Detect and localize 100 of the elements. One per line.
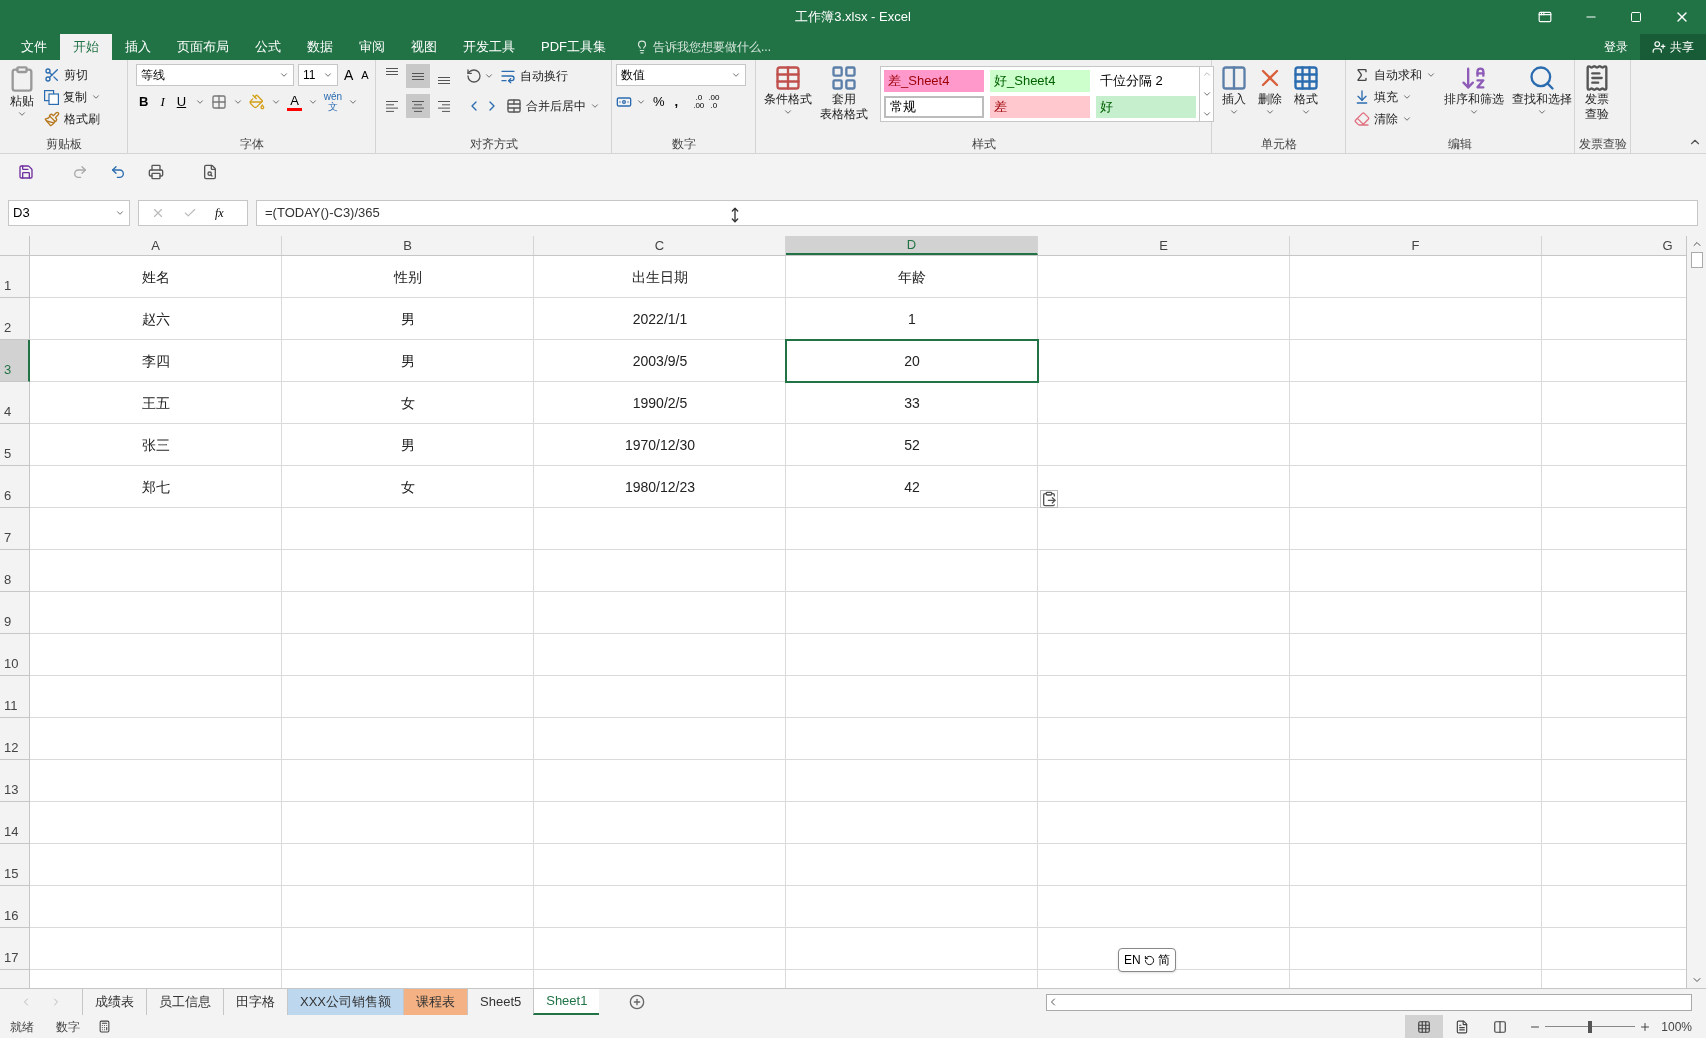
row-header[interactable]: 17 bbox=[0, 928, 30, 970]
sheet-tab[interactable]: XXX公司销售额 bbox=[287, 989, 403, 1015]
maximize-icon[interactable] bbox=[1630, 11, 1642, 23]
zoom-in-icon[interactable] bbox=[1639, 1020, 1652, 1033]
row-header[interactable]: 16 bbox=[0, 886, 30, 928]
share-button[interactable]: 共享 bbox=[1640, 34, 1706, 60]
menu-tab[interactable]: 视图 bbox=[398, 34, 450, 60]
save-icon[interactable] bbox=[18, 164, 34, 180]
ribbon-display-icon[interactable] bbox=[1538, 10, 1552, 24]
wrap-text-button[interactable]: 自动换行 bbox=[496, 65, 572, 87]
menu-tab[interactable]: 页面布局 bbox=[164, 34, 242, 60]
column-header[interactable]: A bbox=[30, 236, 282, 255]
increase-decimal-button[interactable]: .0 .00 bbox=[693, 93, 705, 110]
row-header[interactable]: 8 bbox=[0, 550, 30, 592]
column-header[interactable]: E bbox=[1038, 236, 1290, 255]
paste-button[interactable]: 粘贴 bbox=[4, 64, 40, 135]
font-color-button[interactable]: A bbox=[287, 93, 302, 111]
copy-button[interactable]: 复制 bbox=[40, 86, 105, 108]
undo-icon[interactable] bbox=[110, 164, 126, 180]
fill-button[interactable]: 填充 bbox=[1350, 86, 1440, 108]
orientation-icon[interactable] bbox=[466, 68, 482, 84]
insert-function-button[interactable]: fx bbox=[215, 204, 224, 222]
zoom-level[interactable]: 100% bbox=[1661, 1017, 1692, 1036]
number-format-field[interactable]: 数值 bbox=[616, 64, 746, 86]
column-header[interactable]: B bbox=[282, 236, 534, 255]
formula-field[interactable]: =(TODAY()-C3)/365 bbox=[256, 200, 1698, 226]
cell-style-item[interactable]: 差 bbox=[990, 96, 1090, 118]
phonetic-button[interactable]: wén 文 bbox=[323, 92, 343, 112]
clear-button[interactable]: 清除 bbox=[1350, 108, 1440, 130]
sheet-tab[interactable]: Sheet1 bbox=[533, 989, 600, 1015]
menu-tab[interactable]: 公式 bbox=[242, 34, 294, 60]
view-button[interactable] bbox=[1405, 1015, 1444, 1038]
tell-me-field[interactable]: 告诉我您想要做什么... bbox=[635, 34, 771, 60]
insert-cells-button[interactable]: 插入 bbox=[1216, 64, 1252, 135]
more-styles-icon[interactable] bbox=[1201, 109, 1212, 119]
row-header[interactable]: 9 bbox=[0, 592, 30, 634]
merge-center-button[interactable]: 合并后居中 bbox=[502, 95, 604, 117]
row-header[interactable]: 5 bbox=[0, 424, 30, 466]
sheet-tab[interactable]: 课程表 bbox=[403, 989, 467, 1015]
scroll-down-icon[interactable] bbox=[1201, 89, 1212, 99]
row-header[interactable]: 12 bbox=[0, 718, 30, 760]
font-name-field[interactable]: 等线 bbox=[136, 64, 294, 86]
row-header[interactable]: 13 bbox=[0, 760, 30, 802]
format-painter-button[interactable]: 格式刷 bbox=[40, 108, 105, 130]
row-header[interactable]: 2 bbox=[0, 298, 30, 340]
autosum-button[interactable]: 自动求和 bbox=[1350, 64, 1440, 86]
cell-style-item[interactable]: 好 bbox=[1096, 96, 1196, 118]
row-header[interactable]: 3 bbox=[0, 340, 30, 382]
delete-cells-button[interactable]: 删除 bbox=[1252, 64, 1288, 135]
find-select-button[interactable]: 查找和选择 bbox=[1508, 64, 1576, 135]
name-box[interactable]: D3 bbox=[8, 200, 130, 226]
paste-options-icon[interactable] bbox=[1040, 490, 1058, 508]
row-header[interactable]: 4 bbox=[0, 382, 30, 424]
menu-tab[interactable]: 数据 bbox=[294, 34, 346, 60]
invoice-check-button[interactable]: 发票 查验 bbox=[1579, 64, 1615, 135]
cell-style-item[interactable]: 好_Sheet4 bbox=[990, 70, 1090, 92]
add-sheet-icon[interactable] bbox=[629, 994, 646, 1010]
row-header[interactable]: 7 bbox=[0, 508, 30, 550]
column-header[interactable]: F bbox=[1290, 236, 1542, 255]
bold-button[interactable]: B bbox=[136, 92, 152, 112]
comma-button[interactable]: , bbox=[671, 92, 682, 112]
column-header[interactable]: D bbox=[786, 236, 1038, 255]
shrink-font-button[interactable]: A bbox=[359, 66, 371, 84]
menu-tab[interactable]: 开始 bbox=[60, 34, 112, 60]
conditional-format-button[interactable]: 条件格式 bbox=[760, 64, 816, 135]
menu-tab[interactable]: 审阅 bbox=[346, 34, 398, 60]
format-cells-button[interactable]: 格式 bbox=[1288, 64, 1324, 135]
horizontal-align-button[interactable] bbox=[406, 94, 430, 118]
sign-in-link[interactable]: 登录 bbox=[1592, 38, 1640, 56]
menu-tab[interactable]: 文件 bbox=[8, 34, 60, 60]
percent-button[interactable]: % bbox=[650, 92, 668, 112]
ime-indicator[interactable]: EN 简 bbox=[1118, 948, 1176, 972]
zoom-slider-thumb[interactable] bbox=[1588, 1020, 1593, 1033]
font-size-field[interactable]: 11 bbox=[298, 64, 338, 86]
menu-tab[interactable]: PDF工具集 bbox=[528, 34, 619, 60]
underline-button[interactable]: U bbox=[173, 92, 190, 112]
row-header[interactable]: 14 bbox=[0, 802, 30, 844]
vertical-align-button[interactable] bbox=[406, 64, 430, 88]
format-as-table-button[interactable]: 套用 表格格式 bbox=[816, 64, 872, 135]
decrease-decimal-button[interactable]: .00 .0 bbox=[708, 93, 720, 110]
border-icon[interactable] bbox=[211, 94, 228, 110]
vertical-scrollbar-thumb[interactable] bbox=[1690, 252, 1703, 268]
row-header[interactable]: 11 bbox=[0, 676, 30, 718]
row-header[interactable]: 6 bbox=[0, 466, 30, 508]
horizontal-scrollbar[interactable] bbox=[1046, 993, 1692, 1011]
sort-filter-button[interactable]: 排序和筛选 bbox=[1440, 64, 1508, 135]
cell-style-item[interactable]: 常规 bbox=[884, 96, 984, 118]
fill-color-icon[interactable] bbox=[249, 94, 266, 110]
row-header[interactable]: 15 bbox=[0, 844, 30, 886]
row-header[interactable]: 1 bbox=[0, 256, 30, 298]
italic-button[interactable]: I bbox=[157, 92, 168, 112]
cell-style-item[interactable]: 差_Sheet4 bbox=[884, 70, 984, 92]
menu-tab[interactable]: 开发工具 bbox=[450, 34, 528, 60]
grow-font-button[interactable]: A bbox=[342, 64, 356, 86]
macro-record-icon[interactable] bbox=[98, 1020, 111, 1033]
print-icon[interactable] bbox=[148, 164, 164, 180]
print-preview-icon[interactable] bbox=[202, 164, 218, 180]
menu-tab[interactable]: 插入 bbox=[112, 34, 164, 60]
cut-button[interactable]: 剪切 bbox=[40, 64, 105, 86]
row-header[interactable]: 10 bbox=[0, 634, 30, 676]
